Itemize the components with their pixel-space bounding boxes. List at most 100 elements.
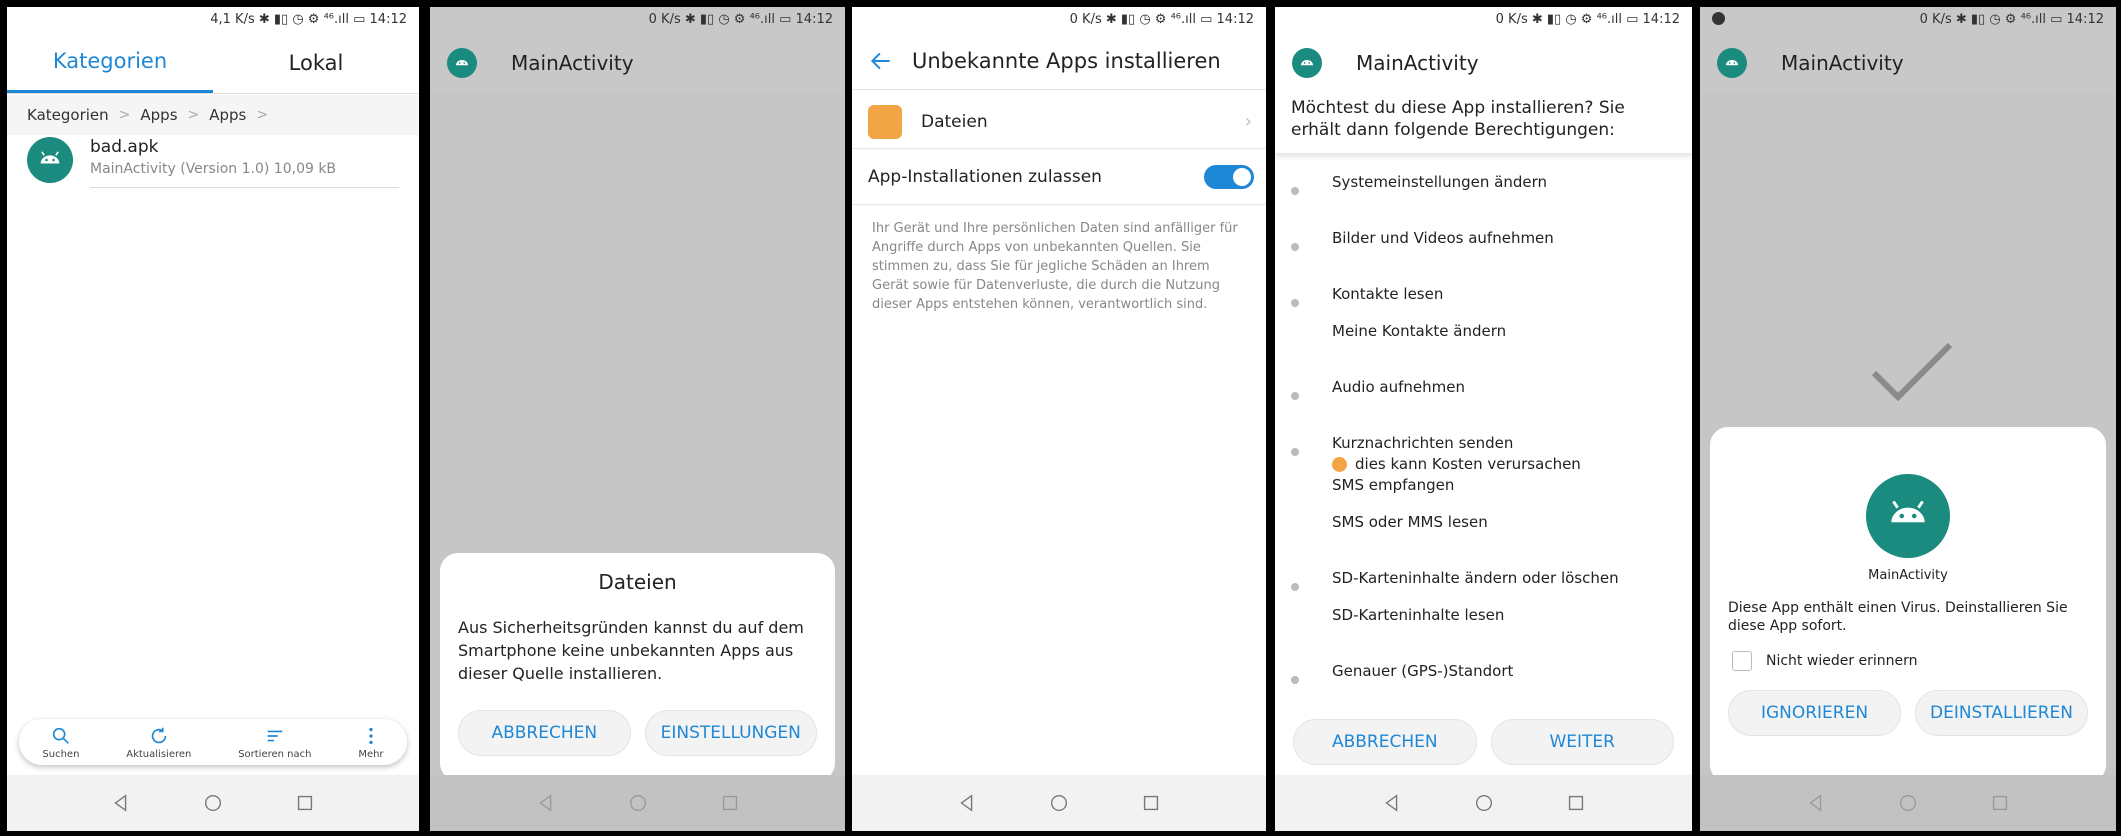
virus-message: Diese App enthält einen Virus. Deinstall… xyxy=(1728,600,2068,634)
dialog-buttons: ABBRECHEN EINSTELLUNGEN xyxy=(440,710,835,756)
recents-nav-icon[interactable] xyxy=(294,792,316,814)
next-button[interactable]: WEITER xyxy=(1490,719,1674,765)
android-icon xyxy=(1292,47,1322,78)
permission-item: Systemeinstellungen ändern xyxy=(1332,173,1547,191)
permission-item: SMS empfangen xyxy=(1332,476,1455,494)
virus-dialog: MainActivity Diese App enthält einen Vir… xyxy=(1710,427,2106,783)
android-icon xyxy=(447,47,477,78)
bullet-icon xyxy=(1291,392,1299,400)
recents-nav-icon[interactable] xyxy=(1565,792,1587,814)
dialog-message: Aus Sicherheitsgründen kannst du auf dem… xyxy=(458,618,804,683)
breadcrumb-apps-current[interactable]: Apps xyxy=(209,106,246,124)
app-title: MainActivity xyxy=(1356,50,1479,75)
permission-item: Bilder und Videos aufnehmen xyxy=(1332,229,1554,247)
app-bar: MainActivity xyxy=(1275,32,1692,93)
more-button[interactable]: Mehr xyxy=(358,725,384,760)
refresh-label: Aktualisieren xyxy=(126,748,192,760)
refresh-icon xyxy=(151,727,167,743)
android-icon xyxy=(1717,47,1747,78)
security-dialog: Dateien Aus Sicherheitsgründen kannst du… xyxy=(440,553,835,781)
bullet-icon xyxy=(1291,243,1299,251)
cancel-button[interactable]: ABBRECHEN xyxy=(458,710,631,756)
back-nav-icon[interactable] xyxy=(956,792,978,814)
back-nav-icon[interactable] xyxy=(1381,792,1403,814)
uninstall-button[interactable]: DEINSTALLIEREN xyxy=(1915,690,2088,736)
bullet-icon xyxy=(1291,299,1299,307)
app-bar: MainActivity xyxy=(430,32,845,93)
file-info: bad.apk MainActivity (Version 1.0) 10,09… xyxy=(90,137,399,188)
breadcrumb-kategorien[interactable]: Kategorien xyxy=(27,106,109,124)
back-nav-icon[interactable] xyxy=(535,792,557,814)
tab-lokal[interactable]: Lokal xyxy=(213,32,419,93)
android-icon xyxy=(27,137,73,183)
sort-label: Sortieren nach xyxy=(238,748,312,760)
cancel-button[interactable]: ABBRECHEN xyxy=(1293,719,1477,765)
checkmark-icon xyxy=(1871,342,1953,402)
home-nav-icon[interactable] xyxy=(627,792,649,814)
recents-nav-icon[interactable] xyxy=(1989,792,2011,814)
allow-install-row: App-Installationen zulassen xyxy=(852,149,1266,205)
status-text: 0 K/s ✱ ▮▯ ◷ ⚙ ⁴⁶.ıll ▭ 14:12 xyxy=(1919,12,2104,27)
back-nav-icon[interactable] xyxy=(110,792,132,814)
permission-item: Kontakte lesen xyxy=(1332,285,1444,303)
app-icon xyxy=(1866,474,1950,558)
source-row[interactable]: Dateien › xyxy=(852,95,1266,149)
blocked-install-screen: 0 K/s ✱ ▮▯ ◷ ⚙ ⁴⁶.ıll ▭ 14:12 MainActivi… xyxy=(430,7,845,831)
settings-button[interactable]: EINSTELLUNGEN xyxy=(644,710,817,756)
install-permissions-screen: 0 K/s ✱ ▮▯ ◷ ⚙ ⁴⁶.ıll ▭ 14:12 MainActivi… xyxy=(1275,7,1692,831)
app-name: MainActivity xyxy=(1868,568,1948,583)
allow-install-toggle[interactable] xyxy=(1204,164,1254,189)
bullet-icon xyxy=(1291,448,1299,456)
cost-warning-text: dies kann Kosten verursachen xyxy=(1355,455,1581,473)
more-vert-icon xyxy=(369,727,373,744)
refresh-button[interactable]: Aktualisieren xyxy=(126,725,191,760)
status-bar: 0 K/s ✱ ▮▯ ◷ ⚙ ⁴⁶.ıll ▭ 14:12 xyxy=(1069,12,1254,27)
recents-nav-icon[interactable] xyxy=(719,792,741,814)
permission-item: Kurznachrichten senden xyxy=(1332,434,1514,452)
permission-item: Audio aufnehmen xyxy=(1332,378,1465,396)
home-nav-icon[interactable] xyxy=(1048,792,1070,814)
warning-text: Ihr Gerät und Ihre persönlichen Daten si… xyxy=(872,221,1238,312)
allow-install-label: App-Installationen zulassen xyxy=(868,166,1102,187)
app-bar: Unbekannte Apps installieren xyxy=(852,32,1266,90)
dialog-buttons: ABBRECHEN WEITER xyxy=(1275,719,1692,765)
nav-bar xyxy=(852,775,1266,831)
list-item-bad-apk[interactable]: bad.apk MainActivity (Version 1.0) 10,09… xyxy=(27,137,399,197)
back-nav-icon[interactable] xyxy=(1805,792,1827,814)
chevron-right-icon: > xyxy=(187,107,200,123)
breadcrumb: Kategorien > Apps > Apps > xyxy=(7,95,419,135)
permission-item: Meine Kontakte ändern xyxy=(1332,322,1507,340)
bullet-icon xyxy=(1291,187,1299,195)
status-bar: 0 K/s ✱ ▮▯ ◷ ⚙ ⁴⁶.ıll ▭ 14:12 xyxy=(430,7,845,32)
notification-icon xyxy=(1712,12,1725,25)
tab-kategorien[interactable]: Kategorien xyxy=(7,32,213,93)
breadcrumb-apps[interactable]: Apps xyxy=(140,106,177,124)
app-bar: MainActivity xyxy=(1700,32,2116,93)
remember-checkbox[interactable] xyxy=(1732,651,1752,671)
source-label: Dateien xyxy=(921,111,988,132)
home-nav-icon[interactable] xyxy=(1473,792,1495,814)
back-arrow-icon[interactable] xyxy=(868,48,894,74)
file-manager-screen: 4,1 K/s ✱ ▮▯ ◷ ⚙ ⁴⁶.ıll ▭ 14:12 Kategori… xyxy=(7,7,419,831)
remember-label: Nicht wieder erinnern xyxy=(1766,653,1918,669)
chevron-right-icon: > xyxy=(118,107,131,123)
nav-bar xyxy=(430,775,845,831)
nav-bar xyxy=(1700,775,2116,831)
page-title: Unbekannte Apps installieren xyxy=(912,48,1221,73)
search-icon xyxy=(52,727,69,744)
search-button[interactable]: Suchen xyxy=(42,725,79,760)
bullet-icon xyxy=(1291,676,1299,684)
ignore-button[interactable]: IGNORIEREN xyxy=(1728,690,1901,736)
chevron-right-icon: › xyxy=(1244,111,1252,132)
android-icon xyxy=(1891,500,1925,523)
home-nav-icon[interactable] xyxy=(1897,792,1919,814)
status-bar: 4,1 K/s ✱ ▮▯ ◷ ⚙ ⁴⁶.ıll ▭ 14:12 xyxy=(210,12,407,27)
search-label: Suchen xyxy=(42,748,80,760)
tab-bar: Kategorien Lokal xyxy=(7,32,419,94)
sort-icon xyxy=(267,730,283,741)
cost-warning-icon xyxy=(1332,456,1347,472)
sort-button[interactable]: Sortieren nach xyxy=(238,725,311,760)
more-label: Mehr xyxy=(358,748,384,760)
recents-nav-icon[interactable] xyxy=(1140,792,1162,814)
home-nav-icon[interactable] xyxy=(202,792,224,814)
